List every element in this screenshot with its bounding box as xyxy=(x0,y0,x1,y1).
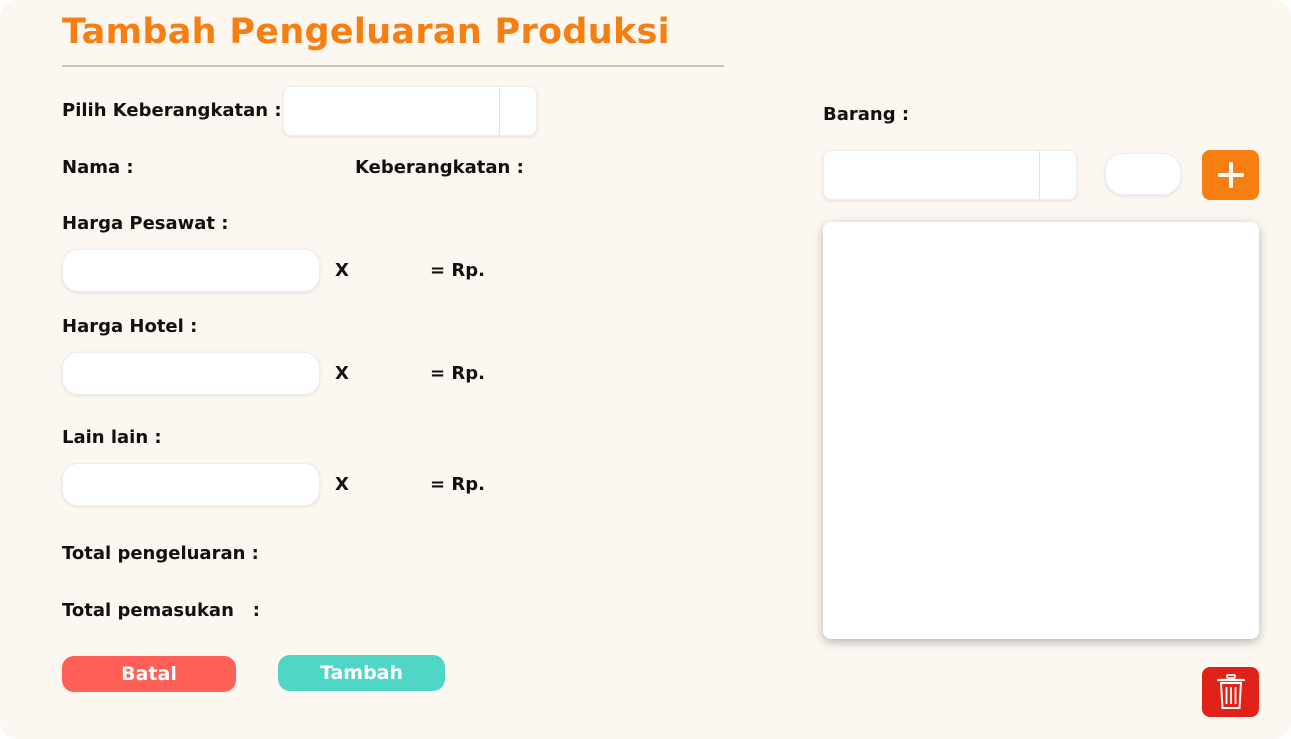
barang-list[interactable] xyxy=(823,222,1259,639)
form-card: Tambah Pengeluaran Produksi Pilih Kebera… xyxy=(0,0,1291,739)
hotel-multiply-sign: X xyxy=(335,363,349,384)
harga-pesawat-label: Harga Pesawat : xyxy=(62,213,229,234)
pesawat-total-rp: = Rp. xyxy=(430,260,485,281)
delete-barang-button[interactable] xyxy=(1202,667,1259,717)
barang-quantity-input[interactable] xyxy=(1105,153,1181,195)
harga-hotel-label: Harga Hotel : xyxy=(62,316,198,337)
pilih-keberangkatan-label: Pilih Keberangkatan : xyxy=(62,100,282,121)
select-divider xyxy=(499,87,500,135)
select-divider xyxy=(1039,151,1040,199)
title-divider xyxy=(62,65,724,67)
page-title: Tambah Pengeluaran Produksi xyxy=(62,12,670,52)
pesawat-multiply-sign: X xyxy=(335,260,349,281)
nama-label: Nama : xyxy=(62,157,134,178)
lain-total-rp: = Rp. xyxy=(430,474,485,495)
lain-lain-label: Lain lain : xyxy=(62,427,162,448)
lain-multiply-sign: X xyxy=(335,474,349,495)
lain-lain-input[interactable] xyxy=(62,463,320,506)
hotel-total-rp: = Rp. xyxy=(430,363,485,384)
batal-button[interactable]: Batal xyxy=(62,656,236,692)
harga-pesawat-input[interactable] xyxy=(62,249,320,292)
total-pengeluaran-label: Total pengeluaran : xyxy=(62,543,259,564)
harga-hotel-input[interactable] xyxy=(62,352,320,395)
total-pemasukan-label: Total pemasukan : xyxy=(62,600,260,621)
trash-icon xyxy=(1216,674,1245,709)
barang-select[interactable] xyxy=(823,150,1077,200)
barang-label: Barang : xyxy=(823,104,910,125)
plus-icon xyxy=(1217,162,1244,188)
keberangkatan-label: Keberangkatan : xyxy=(355,157,524,178)
keberangkatan-select[interactable] xyxy=(283,86,537,136)
add-barang-button[interactable] xyxy=(1202,150,1259,200)
tambah-button[interactable]: Tambah xyxy=(278,655,445,691)
